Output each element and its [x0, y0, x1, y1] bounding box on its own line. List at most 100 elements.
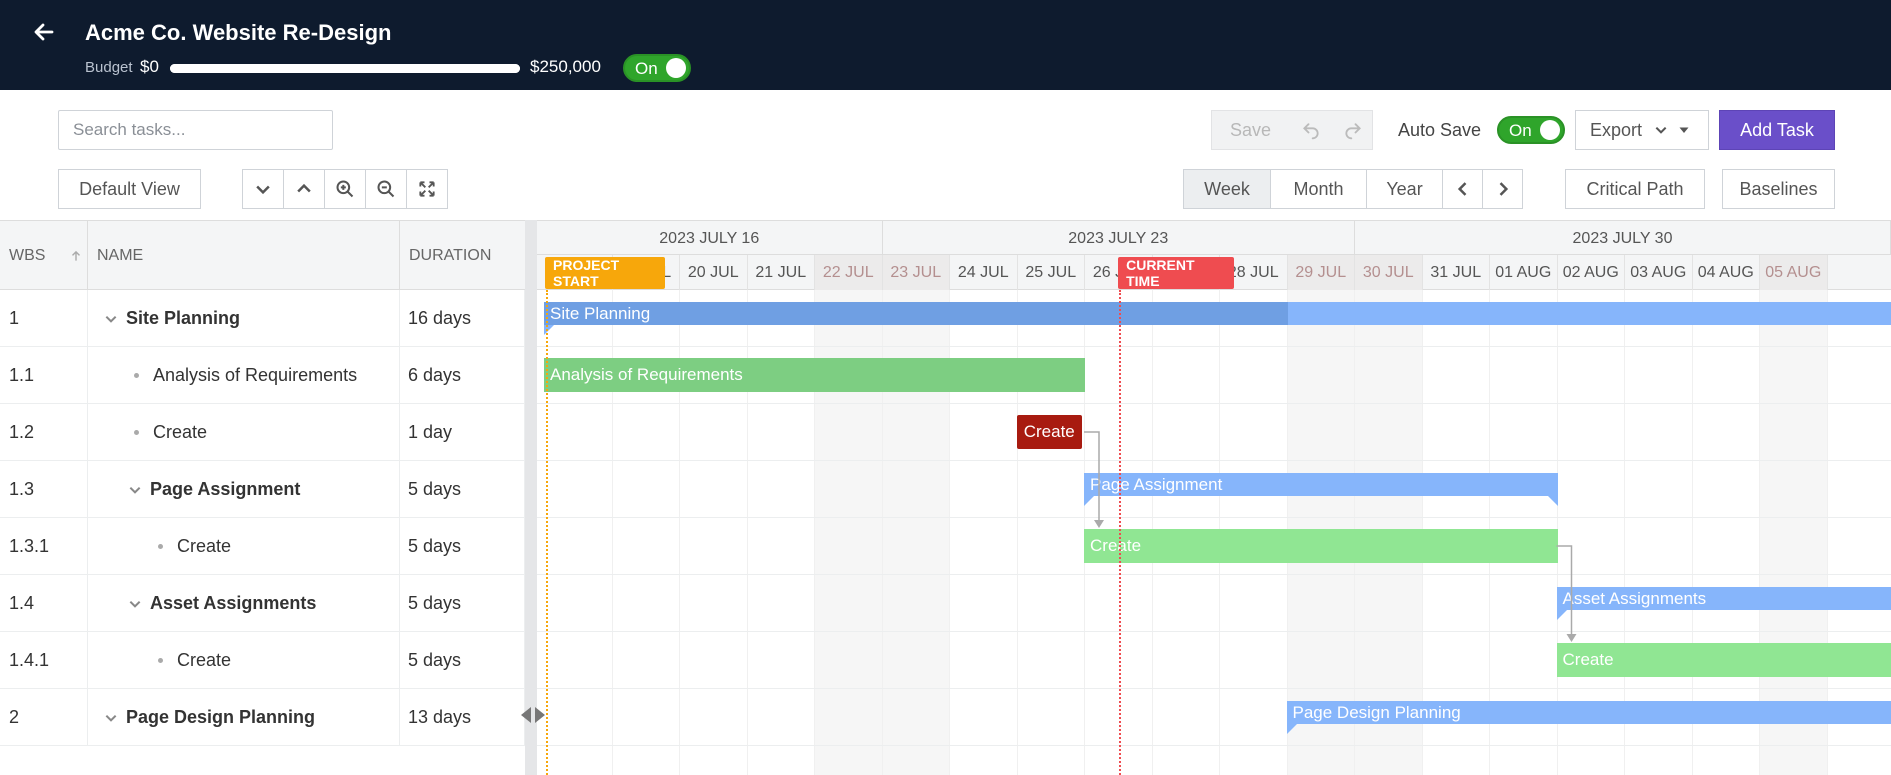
column-header-wbs[interactable]: WBS [0, 221, 88, 291]
default-view-button[interactable]: Default View [58, 169, 201, 209]
column-header-wbs-label: WBS [9, 247, 46, 264]
task-name-cell[interactable]: Create [88, 632, 400, 689]
task-wbs: 1.3.1 [0, 518, 88, 575]
task-duration: 5 days [400, 632, 525, 689]
task-row[interactable]: 1.1 Analysis of Requirements 6 days [0, 347, 525, 404]
task-name-cell[interactable]: Asset Assignments [88, 575, 400, 632]
sort-arrow-up-icon[interactable] [69, 249, 83, 263]
expand-chevron-icon[interactable] [128, 483, 142, 497]
task-name-cell[interactable]: Page Assignment [88, 461, 400, 518]
zoom-out-button[interactable] [365, 169, 407, 209]
app-header: Acme Co. Website Re-Design Budget $0 $25… [0, 0, 1891, 90]
toggle-knob [666, 58, 686, 78]
expand-chevron-icon[interactable] [128, 597, 142, 611]
bullet-icon [158, 544, 163, 549]
task-wbs: 2 [0, 689, 88, 746]
view-month-button[interactable]: Month [1270, 169, 1367, 209]
task-row[interactable]: 1.2 Create 1 day [0, 404, 525, 461]
grid-header: WBS NAME DURATION [0, 220, 525, 291]
task-name: Analysis of Requirements [153, 365, 358, 385]
task-row[interactable]: 1 Site Planning 16 days [0, 290, 525, 347]
task-row[interactable]: 1.3.1 Create 5 days [0, 518, 525, 575]
budget-max-value: $250,000 [530, 57, 601, 76]
timeline-day: 03 AUG [1625, 255, 1693, 290]
bullet-icon [158, 658, 163, 663]
toggle-knob [1540, 120, 1560, 140]
search-input[interactable] [58, 110, 333, 150]
task-name: Page Assignment [150, 479, 301, 499]
baselines-button[interactable]: Baselines [1722, 169, 1835, 209]
save-button[interactable]: Save [1211, 110, 1289, 150]
critical-path-button[interactable]: Critical Path [1565, 169, 1705, 209]
task-name-cell[interactable]: Create [88, 404, 400, 461]
task-wbs: 1.2 [0, 404, 88, 461]
dependency-link[interactable] [1084, 431, 1100, 526]
task-name: Site Planning [126, 308, 241, 328]
undo-button[interactable] [1289, 110, 1333, 150]
autosave-toggle-label: On [1509, 121, 1532, 140]
budget-toggle[interactable]: On [623, 54, 691, 82]
pane-splitter[interactable] [525, 220, 537, 775]
expand-icon [419, 181, 435, 197]
gantt-timeline: 2023 JULY 162023 JULY 232023 JULY 30 18 … [537, 220, 1891, 775]
timeline-body: Site Planning Analysis of Requirements Cre… [537, 290, 1891, 775]
view-week-button[interactable]: Week [1183, 169, 1271, 209]
chevron-right-icon [1499, 182, 1508, 196]
task-wbs: 1.4.1 [0, 632, 88, 689]
timeline-day: 04 AUG [1693, 255, 1760, 290]
chevron-left-icon [1457, 182, 1466, 196]
task-duration: 16 days [400, 290, 525, 347]
timeline-day: 24 JUL [950, 255, 1018, 290]
expand-chevron-icon[interactable] [104, 711, 118, 725]
timeline-day: 23 JUL [882, 255, 950, 290]
task-row[interactable]: 1.4 Asset Assignments 5 days [0, 575, 525, 632]
task-duration: 5 days [400, 518, 525, 575]
timeline-week-header: 2023 JULY 16 2023 JULY 23 2023 JULY 30 [537, 220, 1891, 256]
timeline-next-button[interactable] [1482, 169, 1523, 209]
task-row[interactable]: 1.4.1 Create 5 days [0, 632, 525, 689]
task-name-cell[interactable]: Create [88, 518, 400, 575]
expand-all-button[interactable] [242, 169, 284, 209]
zoom-out-icon [377, 180, 395, 198]
task-name-cell[interactable]: Analysis of Requirements [88, 347, 400, 404]
timeline-day: 30 JUL [1355, 255, 1423, 290]
task-wbs: 1 [0, 290, 88, 347]
fit-to-screen-button[interactable] [406, 169, 448, 209]
task-name-cell[interactable]: Page Design Planning [88, 689, 400, 746]
redo-icon [1344, 123, 1361, 140]
view-year-button[interactable]: Year [1366, 169, 1443, 209]
budget-min-value: $0 [140, 57, 159, 76]
timeline-day: 31 JUL [1423, 255, 1490, 290]
timeline-day: 29 JUL [1287, 255, 1355, 290]
autosave-toggle[interactable]: On [1497, 116, 1565, 144]
zoom-in-button[interactable] [324, 169, 366, 209]
task-name: Create [177, 536, 232, 556]
budget-label: Budget [85, 59, 133, 76]
task-row[interactable]: 1.3 Page Assignment 5 days [0, 461, 525, 518]
budget-toggle-label: On [635, 59, 658, 78]
add-task-button[interactable]: Add Task [1719, 110, 1835, 150]
budget-slider[interactable] [170, 64, 520, 73]
back-arrow-icon[interactable] [32, 20, 56, 44]
project-start-marker: PROJECT START [545, 257, 665, 289]
timeline-prev-button[interactable] [1442, 169, 1483, 209]
export-label: Export [1590, 119, 1643, 140]
bullet-icon [134, 373, 139, 378]
caret-down-icon [1679, 127, 1689, 133]
column-header-duration[interactable]: DURATION [400, 221, 525, 291]
task-duration: 6 days [400, 347, 525, 404]
task-row[interactable]: 2 Page Design Planning 13 days [0, 689, 525, 746]
dependency-link[interactable] [1556, 545, 1573, 640]
dependency-links [1084, 431, 1577, 642]
task-name: Create [153, 422, 208, 442]
export-dropdown[interactable]: Export [1575, 110, 1709, 150]
column-header-name[interactable]: NAME [88, 221, 400, 291]
task-name-cell[interactable]: Site Planning [88, 290, 400, 347]
collapse-all-button[interactable] [283, 169, 325, 209]
expand-chevron-icon[interactable] [104, 312, 118, 326]
timeline-week: 2023 JULY 23 [883, 221, 1355, 256]
current-time-line [1119, 290, 1122, 775]
task-wbs: 1.1 [0, 347, 88, 404]
redo-button[interactable] [1333, 110, 1373, 150]
chevron-down-icon [1655, 126, 1667, 134]
